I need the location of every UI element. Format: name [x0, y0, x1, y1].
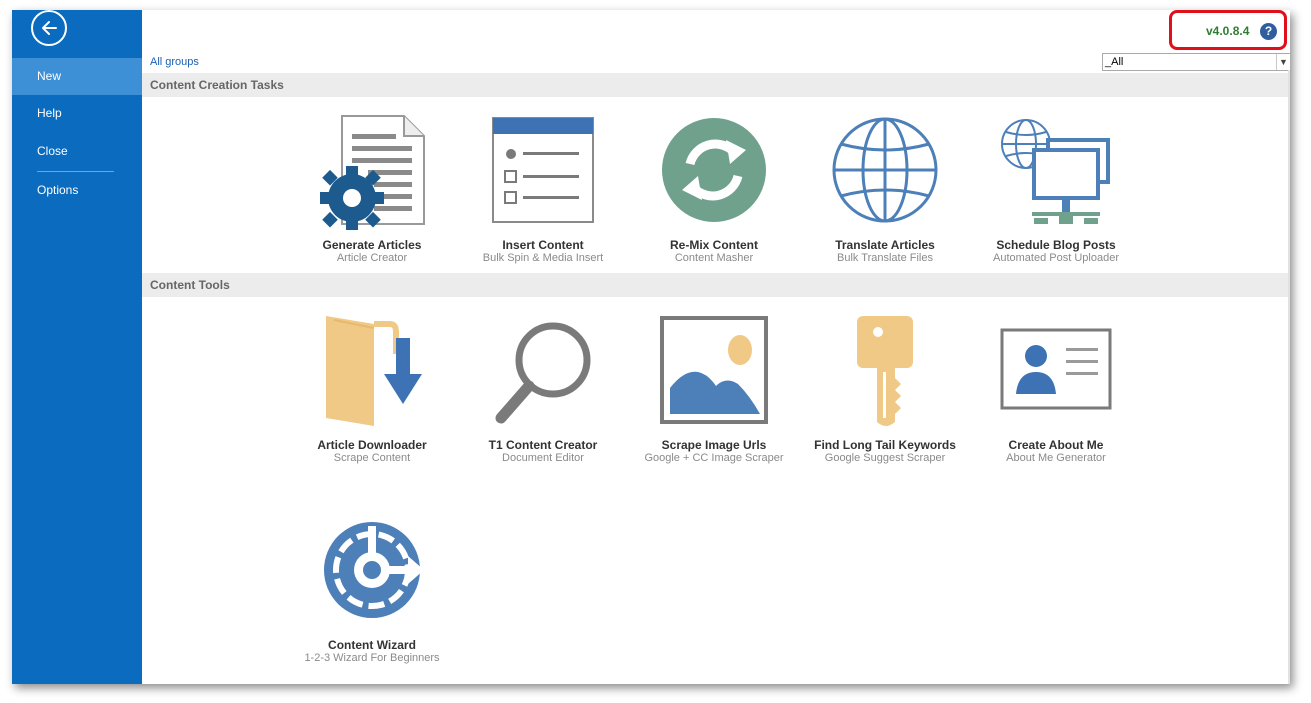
backstage-sidebar: New Help Close Options — [12, 10, 142, 684]
scrollbar-track[interactable] — [1288, 70, 1290, 684]
tile-title: Generate Articles — [322, 238, 422, 252]
version-label: v4.0.8.4 — [1206, 24, 1250, 38]
folder-download-icon — [326, 316, 422, 426]
tile-title: Re-Mix Content — [670, 238, 758, 252]
key-icon — [857, 316, 913, 426]
sidebar-item-close[interactable]: Close — [12, 133, 142, 170]
tile-create-about-me[interactable]: Create About Me About Me Generator — [973, 314, 1139, 474]
tile-title: T1 Content Creator — [488, 438, 598, 452]
tile-scrape-image-urls[interactable]: Scrape Image Urls Google + CC Image Scra… — [631, 314, 797, 474]
help-icon[interactable]: ? — [1260, 23, 1277, 40]
group-filter-value: _All — [1105, 56, 1124, 68]
tile-subtitle: Google + CC Image Scraper — [644, 452, 784, 464]
refresh-circle-icon — [662, 118, 766, 222]
image-icon — [660, 316, 768, 424]
tile-title: Article Downloader — [317, 438, 427, 452]
tile-subtitle: Content Masher — [674, 252, 754, 264]
tile-title: Translate Articles — [835, 238, 935, 252]
magnifier-icon — [495, 322, 591, 424]
tile-insert-content[interactable]: Insert Content Bulk Spin & Media Insert — [460, 114, 626, 274]
tile-title: Content Wizard — [328, 638, 416, 652]
tile-subtitle: Bulk Translate Files — [837, 252, 933, 264]
app-window: New Help Close Options v4.0.8.4 ? All gr… — [12, 10, 1290, 684]
tile-translate-articles[interactable]: Translate Articles Bulk Translate Files — [802, 114, 968, 274]
section-header-content-tools: Content Tools — [142, 273, 1288, 297]
sidebar-item-new[interactable]: New — [12, 58, 142, 95]
sidebar-item-help[interactable]: Help — [12, 95, 142, 132]
back-arrow-icon — [42, 21, 57, 35]
all-groups-link[interactable]: All groups — [150, 56, 199, 68]
tile-subtitle: Google Suggest Scraper — [824, 452, 946, 464]
tile-subtitle: About Me Generator — [1006, 452, 1106, 464]
main-panel: v4.0.8.4 ? All groups _All ▼ Content Cre… — [142, 10, 1290, 684]
tile-t1-content-creator[interactable]: T1 Content Creator Document Editor — [460, 314, 626, 474]
tile-subtitle: Scrape Content — [333, 452, 411, 464]
tile-generate-articles[interactable]: Generate Articles Article Creator — [289, 114, 455, 274]
tile-subtitle: Article Creator — [336, 252, 408, 264]
tile-title: Insert Content — [502, 238, 584, 252]
tile-schedule-blog-posts[interactable]: Schedule Blog Posts Automated Post Uploa… — [973, 114, 1139, 274]
tile-subtitle: Bulk Spin & Media Insert — [482, 252, 604, 264]
tile-remix-content[interactable]: Re-Mix Content Content Masher — [631, 114, 797, 274]
chevron-down-icon[interactable]: ▼ — [1276, 54, 1290, 70]
globe-icon — [832, 117, 938, 223]
tile-title: Schedule Blog Posts — [996, 238, 1116, 252]
back-button[interactable] — [31, 10, 67, 46]
tile-title: Scrape Image Urls — [661, 438, 767, 452]
document-gear-icon — [320, 115, 425, 230]
tile-title: Find Long Tail Keywords — [814, 438, 956, 452]
network-monitors-icon — [1001, 119, 1110, 224]
sidebar-item-options[interactable]: Options — [12, 172, 142, 209]
tile-subtitle: Automated Post Uploader — [993, 252, 1119, 264]
tile-article-downloader[interactable]: Article Downloader Scrape Content — [289, 314, 455, 474]
tile-subtitle: 1-2-3 Wizard For Beginners — [304, 652, 440, 664]
tile-subtitle: Document Editor — [502, 452, 584, 464]
tile-find-long-tail-keywords[interactable]: Find Long Tail Keywords Google Suggest S… — [802, 314, 968, 474]
checklist-icon — [492, 117, 594, 223]
tile-title: Create About Me — [1008, 438, 1104, 452]
group-filter-select[interactable]: _All ▼ — [1102, 53, 1290, 71]
id-card-icon — [1000, 328, 1112, 410]
wizard-clock-icon — [324, 522, 424, 618]
tile-content-wizard[interactable]: Content Wizard 1-2-3 Wizard For Beginner… — [289, 514, 455, 674]
section-header-creation-tasks: Content Creation Tasks — [142, 73, 1288, 97]
